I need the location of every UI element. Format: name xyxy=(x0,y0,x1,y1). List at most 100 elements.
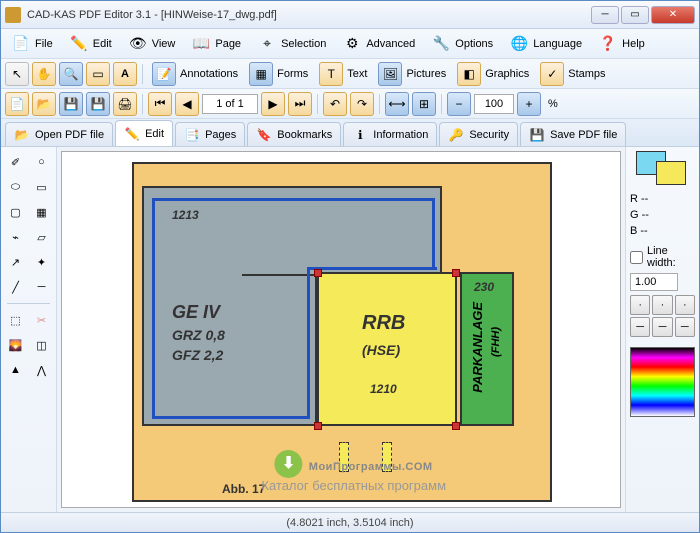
print-button[interactable]: 🖨 xyxy=(113,92,137,116)
titlebar: CAD-KAS PDF Editor 3.1 - [HINWeise-17_dw… xyxy=(1,1,699,29)
background-swatch[interactable] xyxy=(656,161,686,185)
undo-button[interactable]: ↶ xyxy=(323,92,347,116)
menu-edit[interactable]: ✏️Edit xyxy=(63,31,118,57)
next-page-button[interactable]: ▶ xyxy=(261,92,285,116)
graphics-button[interactable]: ◧Graphics xyxy=(453,62,533,86)
tab-save-pdf[interactable]: 💾Save PDF file xyxy=(520,122,626,146)
selection-handle[interactable] xyxy=(314,269,322,277)
blue-boundary xyxy=(152,416,310,419)
style-btn-1[interactable]: · xyxy=(630,295,650,315)
zoom-input[interactable] xyxy=(474,94,514,114)
menu-view[interactable]: 👁View xyxy=(122,31,182,57)
pencil-icon: ✏️ xyxy=(124,126,140,142)
compass-tool[interactable]: ✦ xyxy=(30,251,54,273)
label-230: 230 xyxy=(474,280,494,294)
page-input[interactable] xyxy=(202,94,258,114)
brush-tool[interactable]: ✐ xyxy=(4,151,28,173)
first-page-button[interactable]: ⏮ xyxy=(148,92,172,116)
fit-width-button[interactable]: ⟷ xyxy=(385,92,409,116)
annotations-button[interactable]: 📝 Annotations xyxy=(148,62,242,86)
bookmark-icon: 🔖 xyxy=(256,127,272,143)
polyline-tool[interactable]: ⌁ xyxy=(4,226,28,248)
blue-boundary xyxy=(307,267,310,417)
new-button[interactable]: 📄 xyxy=(5,92,29,116)
hand-tool-button[interactable]: ✋ xyxy=(32,62,56,86)
tab-pages[interactable]: 📑Pages xyxy=(175,122,245,146)
label-parkanlage: PARKANLAGE xyxy=(470,302,485,393)
image-tool[interactable]: 🌄 xyxy=(4,334,28,356)
tab-edit[interactable]: ✏️Edit xyxy=(115,120,173,146)
tab-information[interactable]: ℹInformation xyxy=(343,122,437,146)
line-width-checkbox[interactable] xyxy=(630,251,643,264)
pointer-tool-button[interactable]: ↖ xyxy=(5,62,29,86)
tab-open-pdf[interactable]: 📂Open PDF file xyxy=(5,122,113,146)
zoom-in-button[interactable]: + xyxy=(517,92,541,116)
text-button[interactable]: TText xyxy=(315,62,371,86)
menu-page[interactable]: 📖Page xyxy=(185,31,247,57)
select-tool-button[interactable]: ▭ xyxy=(86,62,110,86)
polygon-tool[interactable]: ▱ xyxy=(30,226,54,248)
marquee-tool[interactable]: ⬚ xyxy=(4,309,28,331)
tab-security[interactable]: 🔑Security xyxy=(439,122,518,146)
color-swatches[interactable] xyxy=(630,151,695,189)
line-width-input[interactable] xyxy=(630,273,678,291)
label-ge: GE IV xyxy=(172,302,220,323)
minimize-button[interactable]: ─ xyxy=(591,6,619,24)
pictures-icon: 🖼 xyxy=(378,62,402,86)
label: Annotations xyxy=(180,68,238,80)
style-btn-6[interactable]: ─ xyxy=(675,317,695,337)
label: Graphics xyxy=(485,68,529,80)
last-page-button[interactable]: ⏭ xyxy=(288,92,312,116)
separator xyxy=(441,94,442,114)
forms-button[interactable]: ▦Forms xyxy=(245,62,312,86)
ellipse-tool[interactable]: ⬭ xyxy=(4,176,28,198)
hline-tool[interactable]: ─ xyxy=(30,276,54,298)
menu-file[interactable]: 📄File xyxy=(5,31,59,57)
canvas[interactable]: 1213 GE IV GRZ 0,8 GFZ 2,2 RRB (HSE) 121… xyxy=(61,151,621,508)
redo-button[interactable]: ↷ xyxy=(350,92,374,116)
selection-handle[interactable] xyxy=(452,422,460,430)
label: Stamps xyxy=(568,68,605,80)
style-btn-4[interactable]: ─ xyxy=(630,317,650,337)
fit-page-button[interactable]: ⊞ xyxy=(412,92,436,116)
style-btn-5[interactable]: ─ xyxy=(652,317,672,337)
selection-handle[interactable] xyxy=(452,269,460,277)
menu-language[interactable]: 🌐Language xyxy=(503,31,588,57)
arrow-tool[interactable]: ↗ xyxy=(4,251,28,273)
menu-advanced[interactable]: ⚙Advanced xyxy=(336,31,421,57)
style-btn-2[interactable]: · xyxy=(652,295,672,315)
tab-bookmarks[interactable]: 🔖Bookmarks xyxy=(247,122,341,146)
open-button[interactable]: 📂 xyxy=(32,92,56,116)
annotations-icon: 📝 xyxy=(152,62,176,86)
stamps-button[interactable]: ✓ Stamps xyxy=(536,62,609,86)
line-tool[interactable]: ╱ xyxy=(4,276,28,298)
color-square-tool[interactable]: ◫ xyxy=(30,334,54,356)
menu-help[interactable]: ❓Help xyxy=(592,31,651,57)
save-as-button[interactable]: 💾 xyxy=(86,92,110,116)
angle-tool[interactable]: ⋀ xyxy=(30,359,54,381)
circle-tool[interactable]: ○ xyxy=(30,151,54,173)
grid-tool[interactable]: ▦ xyxy=(30,201,54,223)
label-fhh: (FHH) xyxy=(490,327,502,357)
pictures-button[interactable]: 🖼Pictures xyxy=(374,62,450,86)
menu-label: Options xyxy=(455,38,493,50)
save-button[interactable]: 💾 xyxy=(59,92,83,116)
text-tool-button[interactable]: A xyxy=(113,62,137,86)
rect-tool[interactable]: ▭ xyxy=(30,176,54,198)
selection-handle[interactable] xyxy=(314,422,322,430)
close-button[interactable]: ✕ xyxy=(651,6,695,24)
color-picker[interactable] xyxy=(630,347,695,417)
rounded-rect-tool[interactable]: ▢ xyxy=(4,201,28,223)
zoom-tool-button[interactable]: 🔍 xyxy=(59,62,83,86)
style-btn-3[interactable]: · xyxy=(675,295,695,315)
mirror-tool[interactable]: ▲ xyxy=(4,359,28,381)
stamps-icon: ✓ xyxy=(540,62,564,86)
crop-tool[interactable]: ✂ xyxy=(30,309,54,331)
maximize-button[interactable]: ▭ xyxy=(621,6,649,24)
menu-selection[interactable]: ⌖Selection xyxy=(251,31,332,57)
menu-label: Page xyxy=(215,38,241,50)
prev-page-button[interactable]: ◀ xyxy=(175,92,199,116)
zoom-out-button[interactable]: − xyxy=(447,92,471,116)
menu-options[interactable]: 🔧Options xyxy=(425,31,499,57)
pages-icon: 📑 xyxy=(184,127,200,143)
